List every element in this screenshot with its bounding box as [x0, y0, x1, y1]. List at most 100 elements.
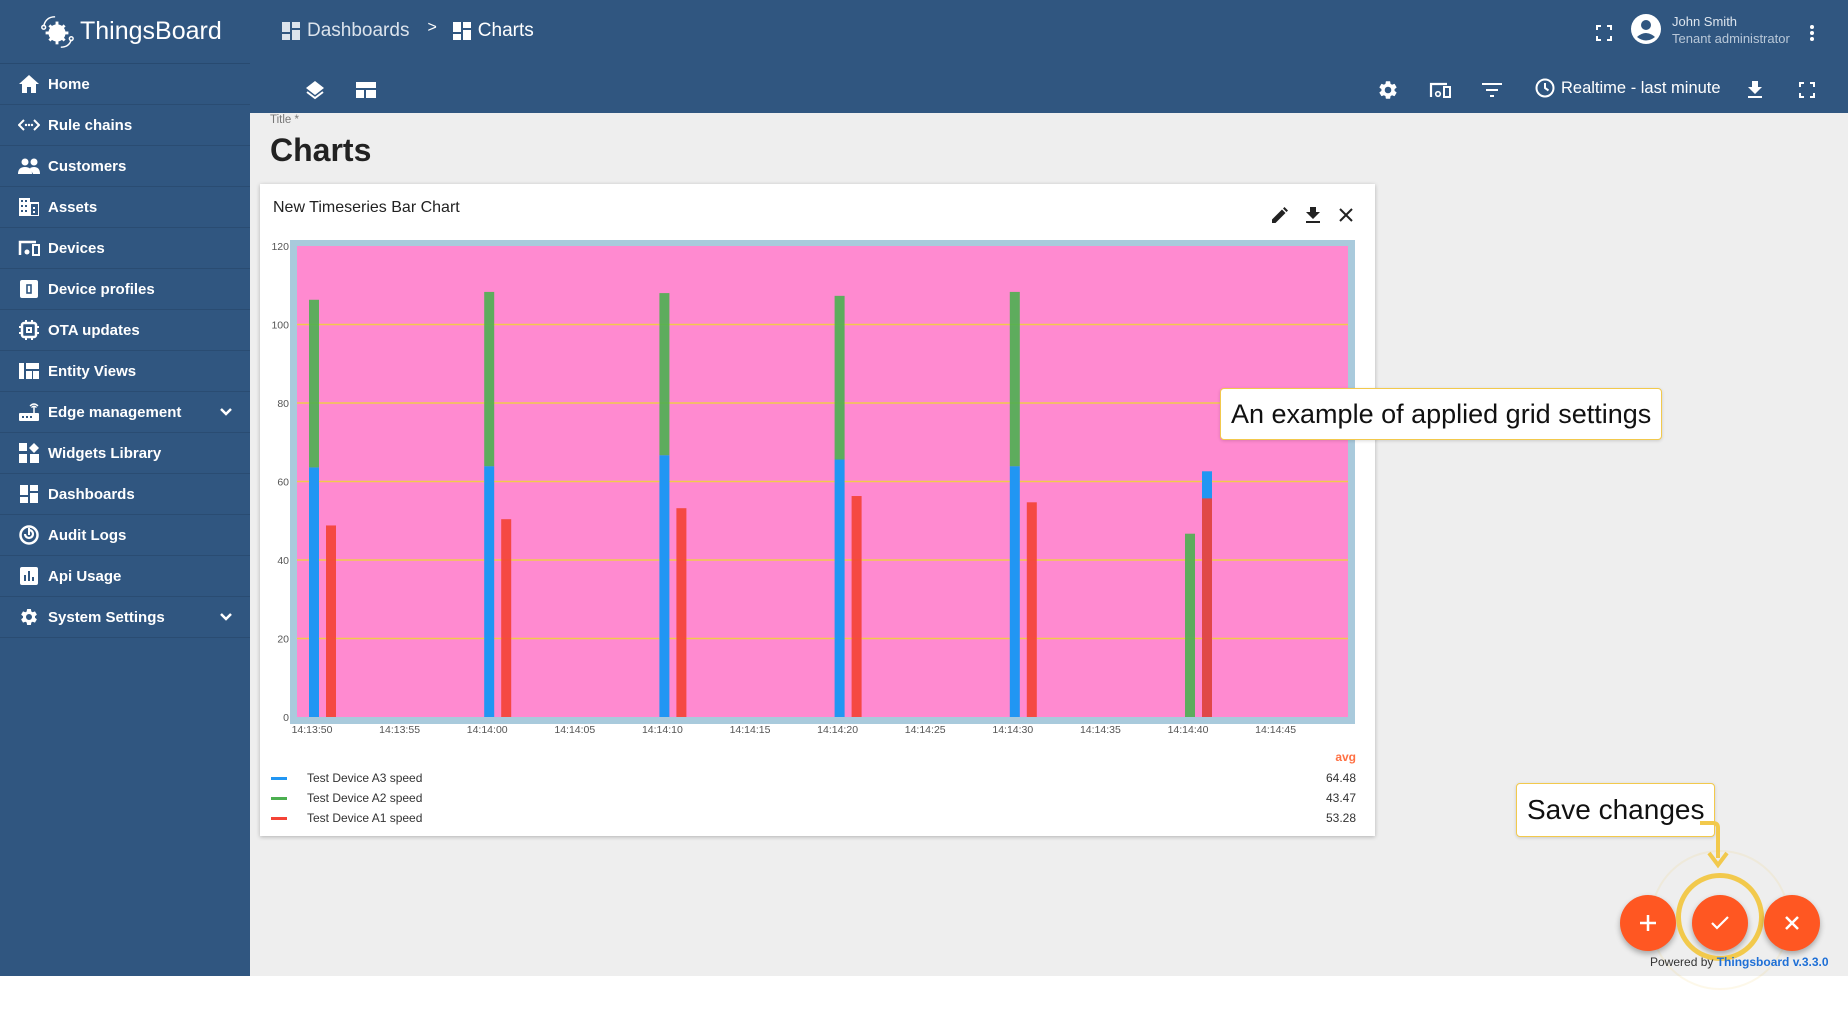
device-profiles-icon [18, 278, 40, 300]
user-menu[interactable]: John Smith Tenant administrator [1630, 12, 1790, 46]
powered-by-prefix: Powered by [1650, 955, 1717, 969]
app-root: ThingsBoard Home Rule chains Customers A… [0, 0, 1848, 990]
x-tick-label: 14:14:15 [730, 724, 771, 736]
customers-icon [18, 155, 40, 177]
sidebar-item-label: Rule chains [48, 116, 133, 134]
sidebar-item-assets[interactable]: Assets [0, 187, 250, 228]
x-tick-label: 14:14:10 [642, 724, 683, 736]
y-tick-label: 80 [277, 398, 289, 410]
breadcrumb-label: Charts [477, 20, 534, 41]
x-tick-label: 14:14:40 [1168, 724, 1209, 736]
sidebar-item-label: Dashboards [48, 485, 135, 503]
legend-label: Test Device A2 speed [307, 791, 423, 805]
sidebar-item-label: Customers [48, 157, 127, 175]
filter-icon[interactable] [1480, 78, 1504, 102]
chart-legend: avg Test Device A3 speed 64.48 Test Devi… [271, 750, 1356, 828]
sidebar-item-label: Entity Views [48, 362, 137, 380]
discard-changes-button[interactable] [1764, 895, 1820, 951]
save-changes-annotation: Save changes [1516, 783, 1716, 837]
logo[interactable]: ThingsBoard [0, 0, 250, 64]
fullscreen-icon[interactable] [1592, 21, 1616, 45]
clock-icon [1535, 78, 1555, 98]
bar-a1 [1026, 502, 1037, 717]
bar-a3 [1009, 466, 1020, 717]
y-tick-label: 40 [277, 555, 289, 567]
legend-swatch [271, 776, 287, 780]
x-tick-label: 14:14:35 [1080, 724, 1121, 736]
settings-icon [18, 606, 40, 628]
y-tick-label: 0 [283, 712, 289, 724]
x-tick-label: 14:14:45 [1255, 724, 1296, 736]
bar-a2 [1009, 291, 1020, 467]
y-tick-label: 60 [277, 477, 289, 489]
bar-a3 [834, 459, 845, 717]
bar-a1 [501, 519, 512, 717]
dashboards-icon [282, 22, 300, 40]
sidebar-item-system-settings[interactable]: System Settings [0, 597, 250, 638]
sidebar: ThingsBoard Home Rule chains Customers A… [0, 0, 250, 976]
bar-a1 [326, 525, 336, 717]
breadcrumb-label: Dashboards [307, 20, 410, 41]
settings-icon[interactable] [1376, 78, 1400, 102]
grid-settings-annotation: An example of applied grid settings [1220, 388, 1663, 440]
edge-icon [18, 401, 40, 423]
thingsboard-version-link[interactable]: Thingsboard v.3.3.0 [1717, 955, 1829, 969]
legend-item[interactable]: Test Device A3 speed 64.48 [271, 768, 1356, 788]
legend-item[interactable]: Test Device A1 speed 53.28 [271, 808, 1356, 828]
sidebar-item-dashboards[interactable]: Dashboards [0, 474, 250, 515]
sidebar-item-label: Api Usage [48, 567, 122, 585]
legend-swatch [271, 796, 287, 800]
assets-icon [18, 196, 40, 218]
x-tick-label: 14:13:50 [292, 724, 333, 736]
sidebar-item-devices[interactable]: Devices [0, 228, 250, 269]
sidebar-item-widgets-library[interactable]: Widgets Library [0, 433, 250, 474]
chevron-down-icon[interactable] [218, 404, 234, 420]
x-tick-label: 14:14:25 [905, 724, 946, 736]
sidebar-item-home[interactable]: Home [0, 64, 250, 105]
legend-avg-value: 64.48 [1325, 771, 1356, 785]
legend-avg-value: 43.47 [1325, 791, 1356, 805]
user-role: Tenant administrator [1672, 31, 1790, 46]
bar-a3 [659, 455, 670, 717]
bar-a2 [309, 299, 319, 468]
legend-label: Test Device A1 speed [307, 811, 423, 825]
save-highlight-ring [1676, 873, 1764, 961]
title-field-label: Title * [270, 114, 299, 126]
legend-label: Test Device A3 speed [307, 771, 423, 785]
more-vert-icon[interactable] [1800, 21, 1824, 45]
sidebar-item-customers[interactable]: Customers [0, 146, 250, 187]
widgets-icon [18, 442, 40, 464]
x-tick-label: 14:14:00 [467, 724, 508, 736]
sidebar-item-device-profiles[interactable]: Device profiles [0, 269, 250, 310]
time-window-label: Realtime - last minute [1561, 78, 1721, 97]
sidebar-item-audit-logs[interactable]: Audit Logs [0, 515, 250, 556]
entity-aliases-icon[interactable] [1428, 78, 1452, 102]
sidebar-item-edge-management[interactable]: Edge management [0, 392, 250, 433]
sidebar-item-ota-updates[interactable]: OTA updates [0, 310, 250, 351]
dashboard-title-input[interactable]: Charts [270, 132, 371, 169]
y-tick-label: 20 [277, 634, 289, 646]
chevron-down-icon[interactable] [218, 609, 234, 625]
bar-a3 [309, 467, 319, 717]
audit-logs-icon [18, 524, 40, 546]
breadcrumb: Dashboards > Charts [282, 19, 534, 42]
fullscreen-icon[interactable] [1795, 78, 1819, 102]
breadcrumb-dashboards[interactable]: Dashboards [282, 20, 409, 42]
brand-name: ThingsBoard [80, 17, 222, 45]
api-usage-icon [18, 565, 40, 587]
sidebar-item-rule-chains[interactable]: Rule chains [0, 105, 250, 146]
bar-chart: 0 20 40 60 80 100 120 14:13:50 14:13:55 14:14:00 1… [271, 240, 1355, 736]
add-widget-button[interactable] [1620, 895, 1676, 951]
sidebar-item-entity-views[interactable]: Entity Views [0, 351, 250, 392]
dashboards-icon [18, 483, 40, 505]
legend-item[interactable]: Test Device A2 speed 43.47 [271, 788, 1356, 808]
sidebar-item-api-usage[interactable]: Api Usage [0, 556, 250, 597]
x-tick-label: 14:14:05 [554, 724, 595, 736]
dashboard-layout-icon[interactable] [354, 78, 378, 102]
sidebar-item-label: Home [48, 75, 90, 93]
time-window-button[interactable]: Realtime - last minute [1535, 78, 1721, 98]
layers-icon[interactable] [303, 78, 327, 102]
ota-updates-icon [18, 319, 40, 341]
bar-a2 [1185, 533, 1195, 717]
download-icon[interactable] [1743, 78, 1767, 102]
